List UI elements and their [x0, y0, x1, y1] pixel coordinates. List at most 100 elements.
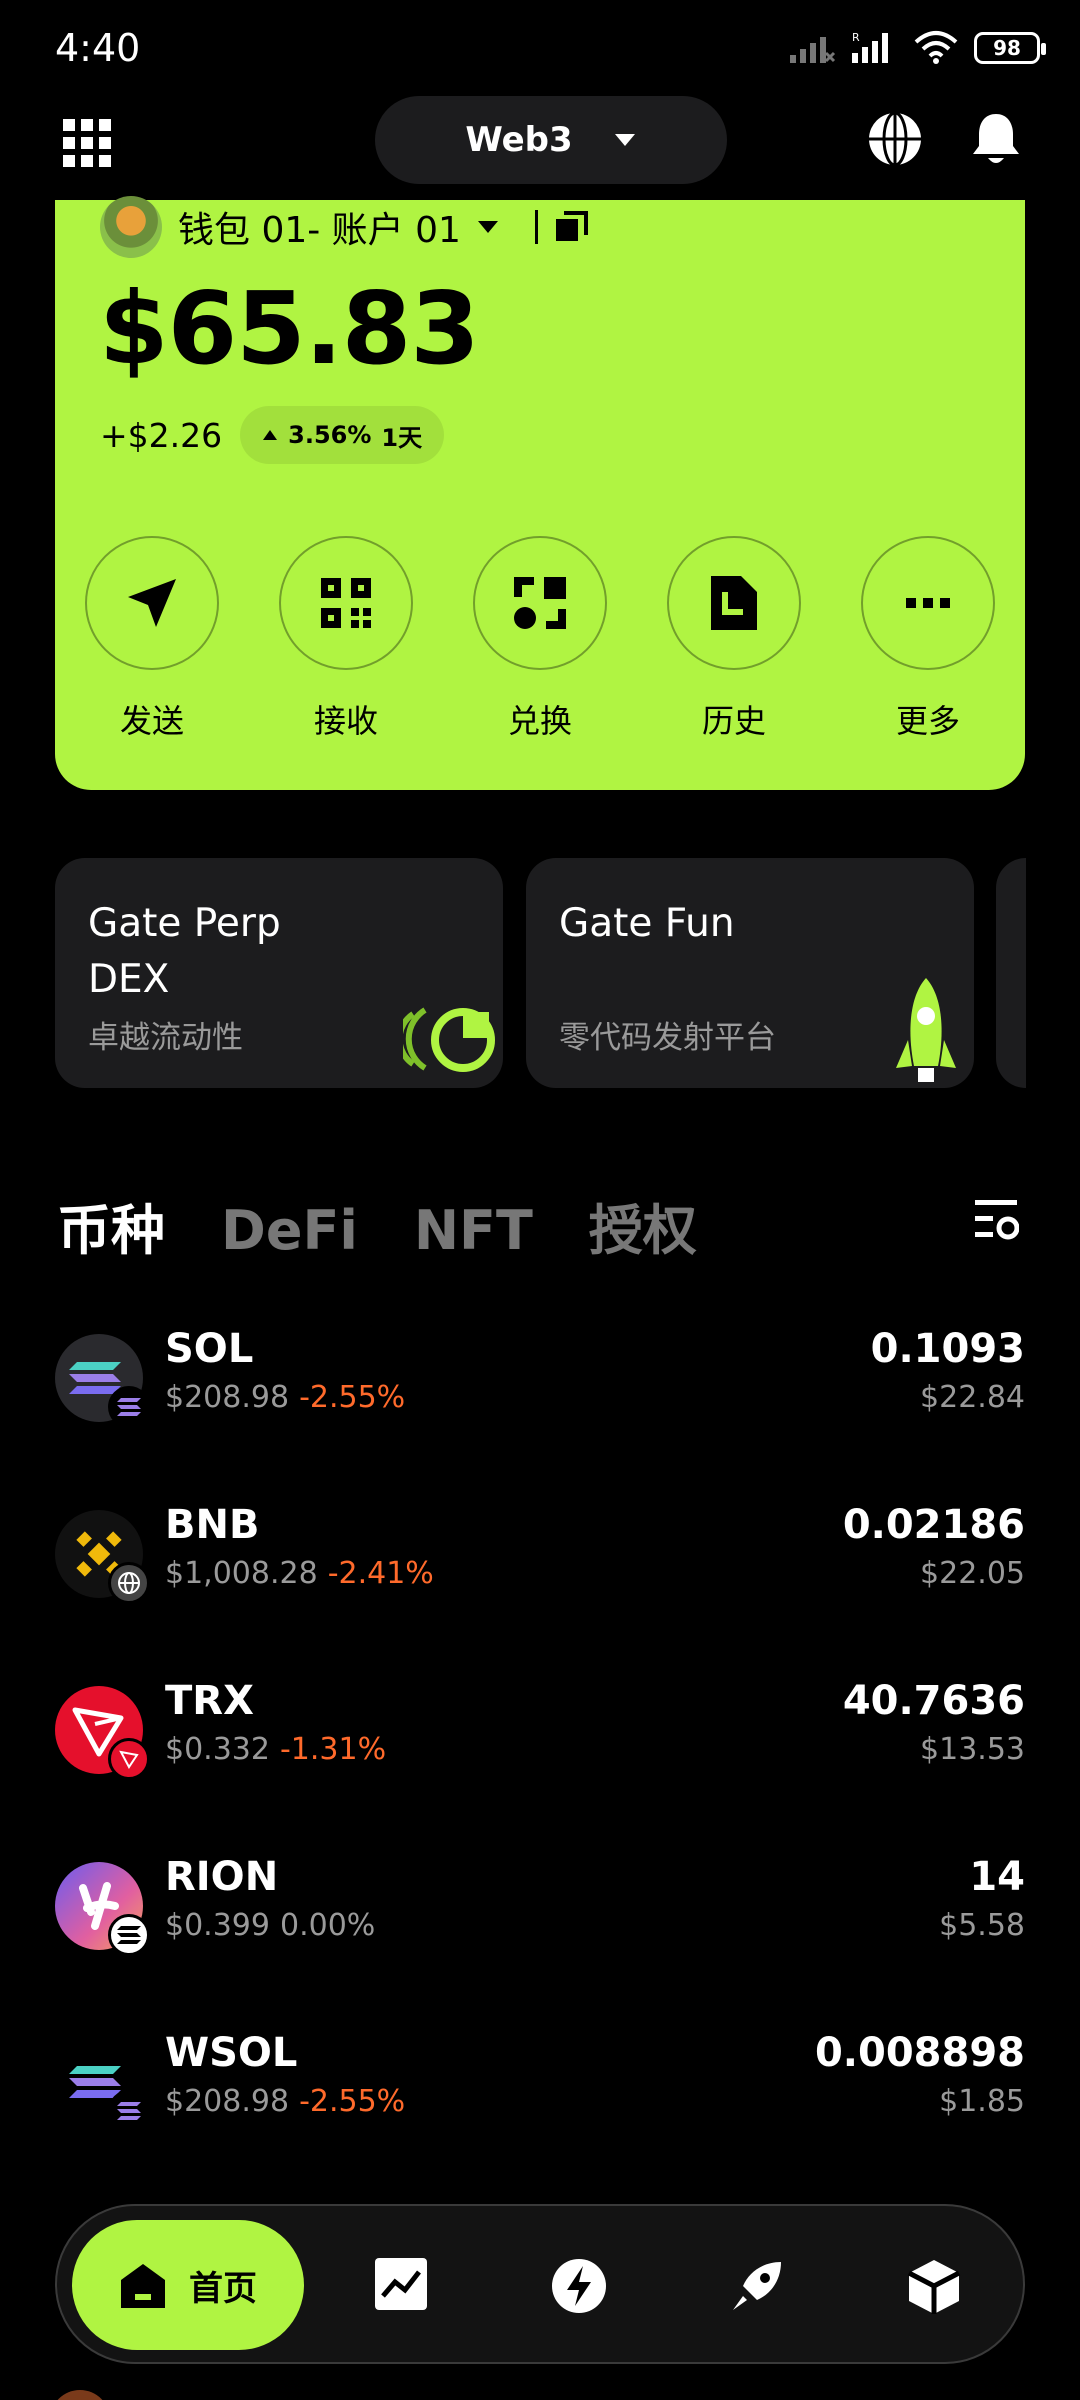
token-price: $0.332 [165, 1732, 270, 1767]
token-change: -1.31% [279, 1732, 387, 1767]
status-time: 4:40 [55, 26, 141, 70]
asset-tabs: 币种 DeFi NFT 授权 [57, 1186, 697, 1265]
send-label: 发送 [119, 702, 184, 740]
balance-change: +$2.26 3.56% 1天 [100, 406, 445, 464]
status-bar: 4:40 R 98 [0, 0, 1080, 100]
wallet-card: 钱包 01- 账户 01 $65.83 +$2.26 3.56% 1天 发送 接… [55, 196, 1025, 790]
battery-level: 98 [993, 36, 1021, 60]
feature-subtitle: 卓越流动性 [88, 1020, 243, 1056]
swap-button[interactable]: 兑换 [446, 536, 634, 742]
token-value: $5.58 [939, 1908, 1025, 1943]
rocket-icon [896, 978, 956, 1082]
token-change: -2.55% [299, 1380, 406, 1415]
chevron-down-icon [614, 134, 635, 146]
battery-indicator: 98 [974, 32, 1046, 64]
token-symbol: SOL [165, 1326, 254, 1372]
divider [534, 210, 538, 244]
receive-button[interactable]: 接收 [252, 536, 440, 742]
qr-icon [321, 578, 371, 628]
globe-icon[interactable] [866, 110, 924, 168]
token-price-row: $0.332 -1.31% [165, 1732, 386, 1767]
home-tab[interactable]: 首页 [72, 2220, 304, 2350]
tron-chain-badge-icon [108, 1738, 150, 1780]
token-price: $0.399 [165, 1908, 270, 1943]
token-change: 0.00% [279, 1908, 376, 1943]
triangle-up-icon [263, 430, 278, 440]
next-token-icon [50, 2390, 110, 2400]
change-period: 1天 [381, 423, 423, 452]
market-chart-icon[interactable] [375, 2258, 427, 2310]
perp-dex-logo-icon [403, 1007, 495, 1072]
signal-icon: R [852, 31, 888, 63]
change-amount: +$2.26 [100, 415, 223, 455]
token-symbol: RION [165, 1854, 279, 1900]
tab-nft[interactable]: NFT [414, 1199, 533, 1262]
history-icon [711, 576, 757, 630]
token-value: $13.53 [920, 1732, 1025, 1767]
lightning-icon[interactable] [551, 2258, 607, 2314]
bell-icon[interactable] [970, 110, 1022, 168]
receive-label: 接收 [313, 702, 378, 740]
token-amount: 40.7636 [842, 1678, 1025, 1724]
more-button[interactable]: 更多 [834, 536, 1022, 742]
bottom-tab-bar: 首页 [55, 2204, 1025, 2364]
token-row-wsol[interactable]: WSOL $208.98 -2.55% 0.008898 $1.85 [0, 2024, 1080, 2144]
token-price: $1,008.28 [165, 1556, 318, 1591]
wallet-balance: $65.83 [99, 270, 480, 387]
token-row-sol[interactable]: SOL $208.98 -2.55% 0.1093 $22.84 [0, 1320, 1080, 1440]
token-price-row: $208.98 -2.55% [165, 1380, 405, 1415]
account-selector[interactable]: 钱包 01- 账户 01 [100, 196, 590, 258]
token-price-row: $0.399 0.00% [165, 1908, 375, 1943]
home-label: 首页 [189, 2268, 257, 2309]
tab-coins[interactable]: 币种 [57, 1186, 165, 1265]
token-amount: 0.008898 [814, 2030, 1025, 2076]
token-amount: 0.1093 [870, 1326, 1025, 1372]
history-label: 历史 [701, 702, 766, 740]
more-icon [906, 598, 950, 608]
filter-settings-icon[interactable] [975, 1198, 1019, 1242]
wallet-actions: 发送 接收 兑换 历史 更多 [55, 536, 1025, 742]
avatar [100, 196, 162, 258]
solana-chain-badge-icon [108, 1386, 150, 1428]
tab-approvals[interactable]: 授权 [589, 1186, 697, 1265]
home-icon [121, 2264, 165, 2308]
token-value: $22.05 [920, 1556, 1025, 1591]
feature-card-perp-dex[interactable]: Gate Perp DEX 卓越流动性 [55, 858, 503, 1088]
network-label: Web3 [465, 120, 573, 160]
token-row-bnb[interactable]: BNB $1,008.28 -2.41% 0.02186 $22.05 [0, 1496, 1080, 1616]
token-change: -2.55% [299, 2084, 406, 2119]
chevron-down-icon [477, 221, 498, 233]
token-price-row: $208.98 -2.55% [165, 2084, 405, 2119]
change-percent-badge: 3.56% 1天 [240, 406, 445, 464]
copy-icon[interactable] [554, 209, 590, 245]
send-button[interactable]: 发送 [58, 536, 246, 742]
token-symbol: TRX [165, 1678, 254, 1724]
apps-grid-icon[interactable] [63, 119, 111, 167]
wifi-icon [914, 31, 958, 64]
more-label: 更多 [895, 702, 960, 740]
feature-card-peek[interactable] [996, 858, 1026, 1088]
swap-icon [514, 577, 566, 629]
cube-icon[interactable] [907, 2258, 961, 2316]
history-button[interactable]: 历史 [640, 536, 828, 742]
feature-title: Gate Fun [559, 901, 735, 946]
feature-card-gate-fun[interactable]: Gate Fun 零代码发射平台 [526, 858, 974, 1088]
token-row-rion[interactable]: RION $0.399 0.00% 14 $5.58 [0, 1848, 1080, 1968]
token-amount: 0.02186 [842, 1502, 1025, 1548]
rocket-launch-icon[interactable] [729, 2258, 785, 2314]
token-change: -2.41% [327, 1556, 434, 1591]
globe-chain-badge-icon [108, 1562, 150, 1604]
swap-label: 兑换 [507, 702, 572, 740]
svg-text:R: R [852, 31, 860, 44]
solana-chain-badge-icon [108, 2090, 150, 2132]
tab-defi[interactable]: DeFi [221, 1199, 358, 1262]
solana-chain-badge-icon [108, 1914, 150, 1956]
token-row-trx[interactable]: TRX $0.332 -1.31% 40.7636 $13.53 [0, 1672, 1080, 1792]
token-amount: 14 [969, 1854, 1025, 1900]
token-value: $22.84 [920, 1380, 1025, 1415]
token-value: $1.85 [939, 2084, 1025, 2119]
network-selector[interactable]: Web3 [375, 96, 727, 184]
token-price: $208.98 [165, 1380, 290, 1415]
feature-subtitle: 零代码发射平台 [559, 1020, 776, 1056]
token-price-row: $1,008.28 -2.41% [165, 1556, 434, 1591]
